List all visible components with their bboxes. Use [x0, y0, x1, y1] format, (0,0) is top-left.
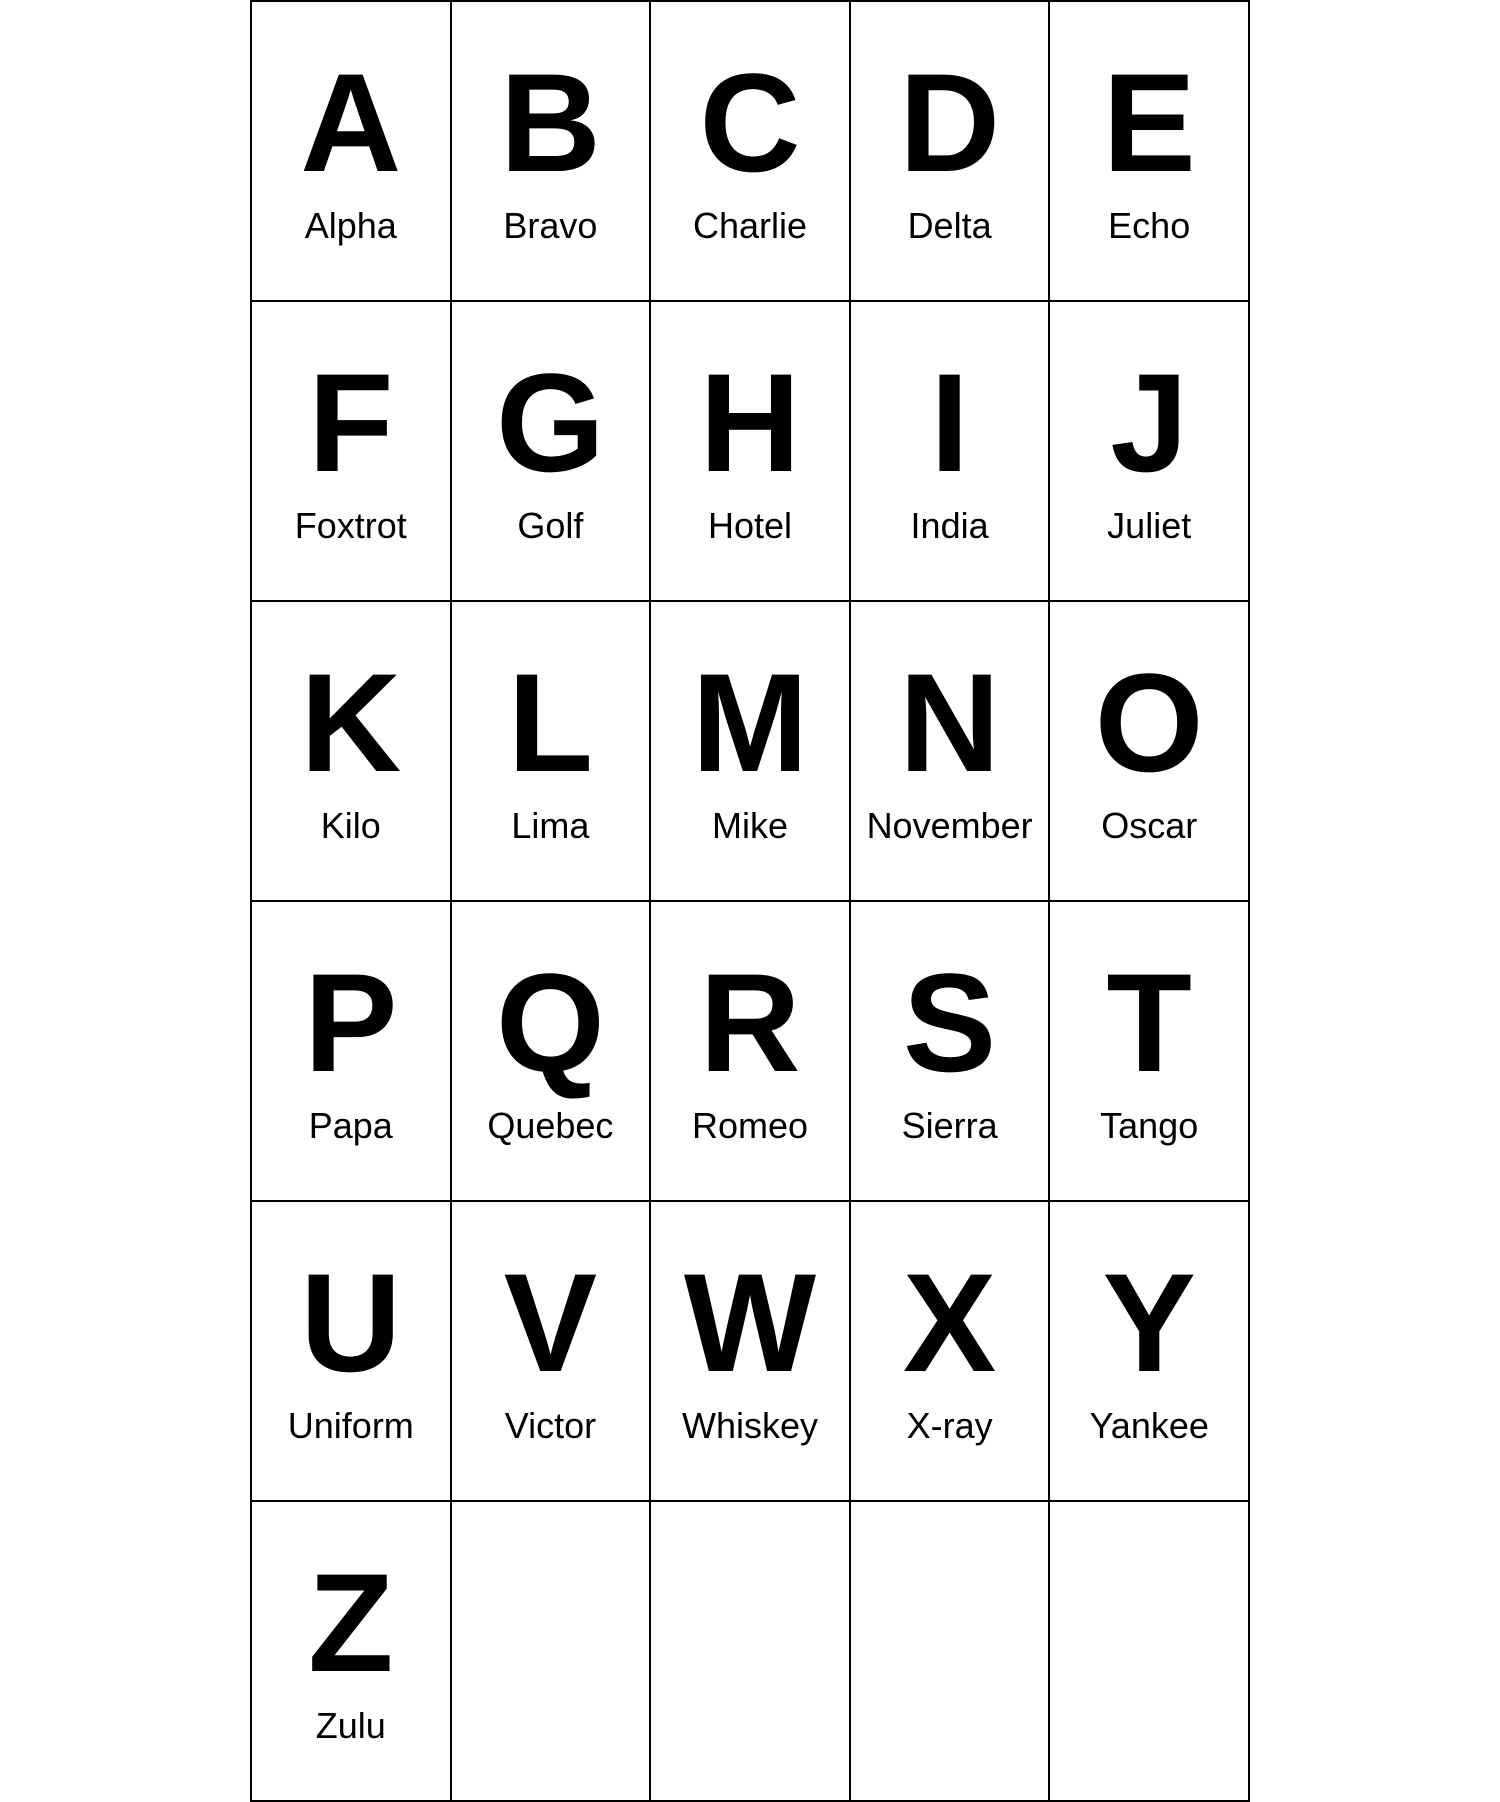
cell-v: V Victor — [452, 1202, 652, 1502]
word-juliet: Juliet — [1107, 505, 1191, 547]
cell-d: D Delta — [851, 2, 1051, 302]
word-quebec: Quebec — [487, 1105, 613, 1147]
letter-l: L — [508, 646, 594, 800]
letter-a: A — [300, 46, 401, 200]
word-whiskey: Whiskey — [682, 1405, 818, 1447]
letter-f: F — [308, 346, 394, 500]
cell-m: M Mike — [651, 602, 851, 902]
letter-d: D — [899, 46, 1000, 200]
word-hotel: Hotel — [708, 505, 792, 547]
letter-p: P — [304, 946, 397, 1100]
word-foxtrot: Foxtrot — [295, 505, 407, 547]
cell-b: B Bravo — [452, 2, 652, 302]
word-bravo: Bravo — [503, 205, 597, 247]
word-sierra: Sierra — [902, 1105, 998, 1147]
letter-j: J — [1110, 346, 1188, 500]
word-alpha: Alpha — [305, 205, 397, 247]
word-yankee: Yankee — [1089, 1405, 1208, 1447]
word-charlie: Charlie — [693, 205, 807, 247]
letter-q: Q — [496, 946, 605, 1100]
word-golf: Golf — [517, 505, 583, 547]
word-papa: Papa — [309, 1105, 393, 1147]
letter-n: N — [899, 646, 1000, 800]
cell-f: F Foxtrot — [252, 302, 452, 602]
cell-s: S Sierra — [851, 902, 1051, 1202]
word-echo: Echo — [1108, 205, 1190, 247]
word-uniform: Uniform — [288, 1405, 414, 1447]
word-victor: Victor — [505, 1405, 596, 1447]
alphabet-grid: A Alpha B Bravo C Charlie D Delta E Echo F Foxtrot G… — [250, 0, 1250, 1802]
cell-empty-1 — [651, 1502, 851, 1802]
word-oscar: Oscar — [1101, 805, 1197, 847]
letter-o: O — [1095, 646, 1204, 800]
cell-empty-0 — [452, 1502, 652, 1802]
word-romeo: Romeo — [692, 1105, 808, 1147]
word-lima: Lima — [511, 805, 589, 847]
cell-e: E Echo — [1050, 2, 1250, 302]
cell-c: C Charlie — [651, 2, 851, 302]
letter-w: W — [684, 1246, 816, 1400]
word-november: November — [867, 805, 1033, 847]
word-delta: Delta — [908, 205, 992, 247]
word-mike: Mike — [712, 805, 788, 847]
cell-l: L Lima — [452, 602, 652, 902]
cell-y: Y Yankee — [1050, 1202, 1250, 1502]
word-zulu: Zulu — [316, 1705, 386, 1747]
cell-empty-3 — [1050, 1502, 1250, 1802]
letter-i: I — [930, 346, 969, 500]
letter-x: X — [903, 1246, 996, 1400]
letter-z: Z — [308, 1546, 394, 1700]
letter-s: S — [903, 946, 996, 1100]
cell-i: I India — [851, 302, 1051, 602]
letter-c: C — [699, 46, 800, 200]
word-kilo: Kilo — [321, 805, 381, 847]
letter-r: R — [699, 946, 800, 1100]
cell-x: X X-ray — [851, 1202, 1051, 1502]
cell-u: U Uniform — [252, 1202, 452, 1502]
cell-q: Q Quebec — [452, 902, 652, 1202]
letter-h: H — [699, 346, 800, 500]
cell-r: R Romeo — [651, 902, 851, 1202]
cell-z: Z Zulu — [252, 1502, 452, 1802]
cell-empty-2 — [851, 1502, 1051, 1802]
letter-t: T — [1106, 946, 1192, 1100]
word-india: India — [911, 505, 989, 547]
letter-b: B — [500, 46, 601, 200]
cell-a: A Alpha — [252, 2, 452, 302]
word-tango: Tango — [1100, 1105, 1198, 1147]
cell-t: T Tango — [1050, 902, 1250, 1202]
cell-h: H Hotel — [651, 302, 851, 602]
cell-w: W Whiskey — [651, 1202, 851, 1502]
letter-k: K — [300, 646, 401, 800]
cell-p: P Papa — [252, 902, 452, 1202]
cell-k: K Kilo — [252, 602, 452, 902]
letter-y: Y — [1103, 1246, 1196, 1400]
letter-g: G — [496, 346, 605, 500]
letter-v: V — [504, 1246, 597, 1400]
cell-g: G Golf — [452, 302, 652, 602]
word-xray: X-ray — [907, 1405, 993, 1447]
letter-e: E — [1103, 46, 1196, 200]
letter-m: M — [692, 646, 809, 800]
cell-n: N November — [851, 602, 1051, 902]
cell-j: J Juliet — [1050, 302, 1250, 602]
letter-u: U — [300, 1246, 401, 1400]
cell-o: O Oscar — [1050, 602, 1250, 902]
